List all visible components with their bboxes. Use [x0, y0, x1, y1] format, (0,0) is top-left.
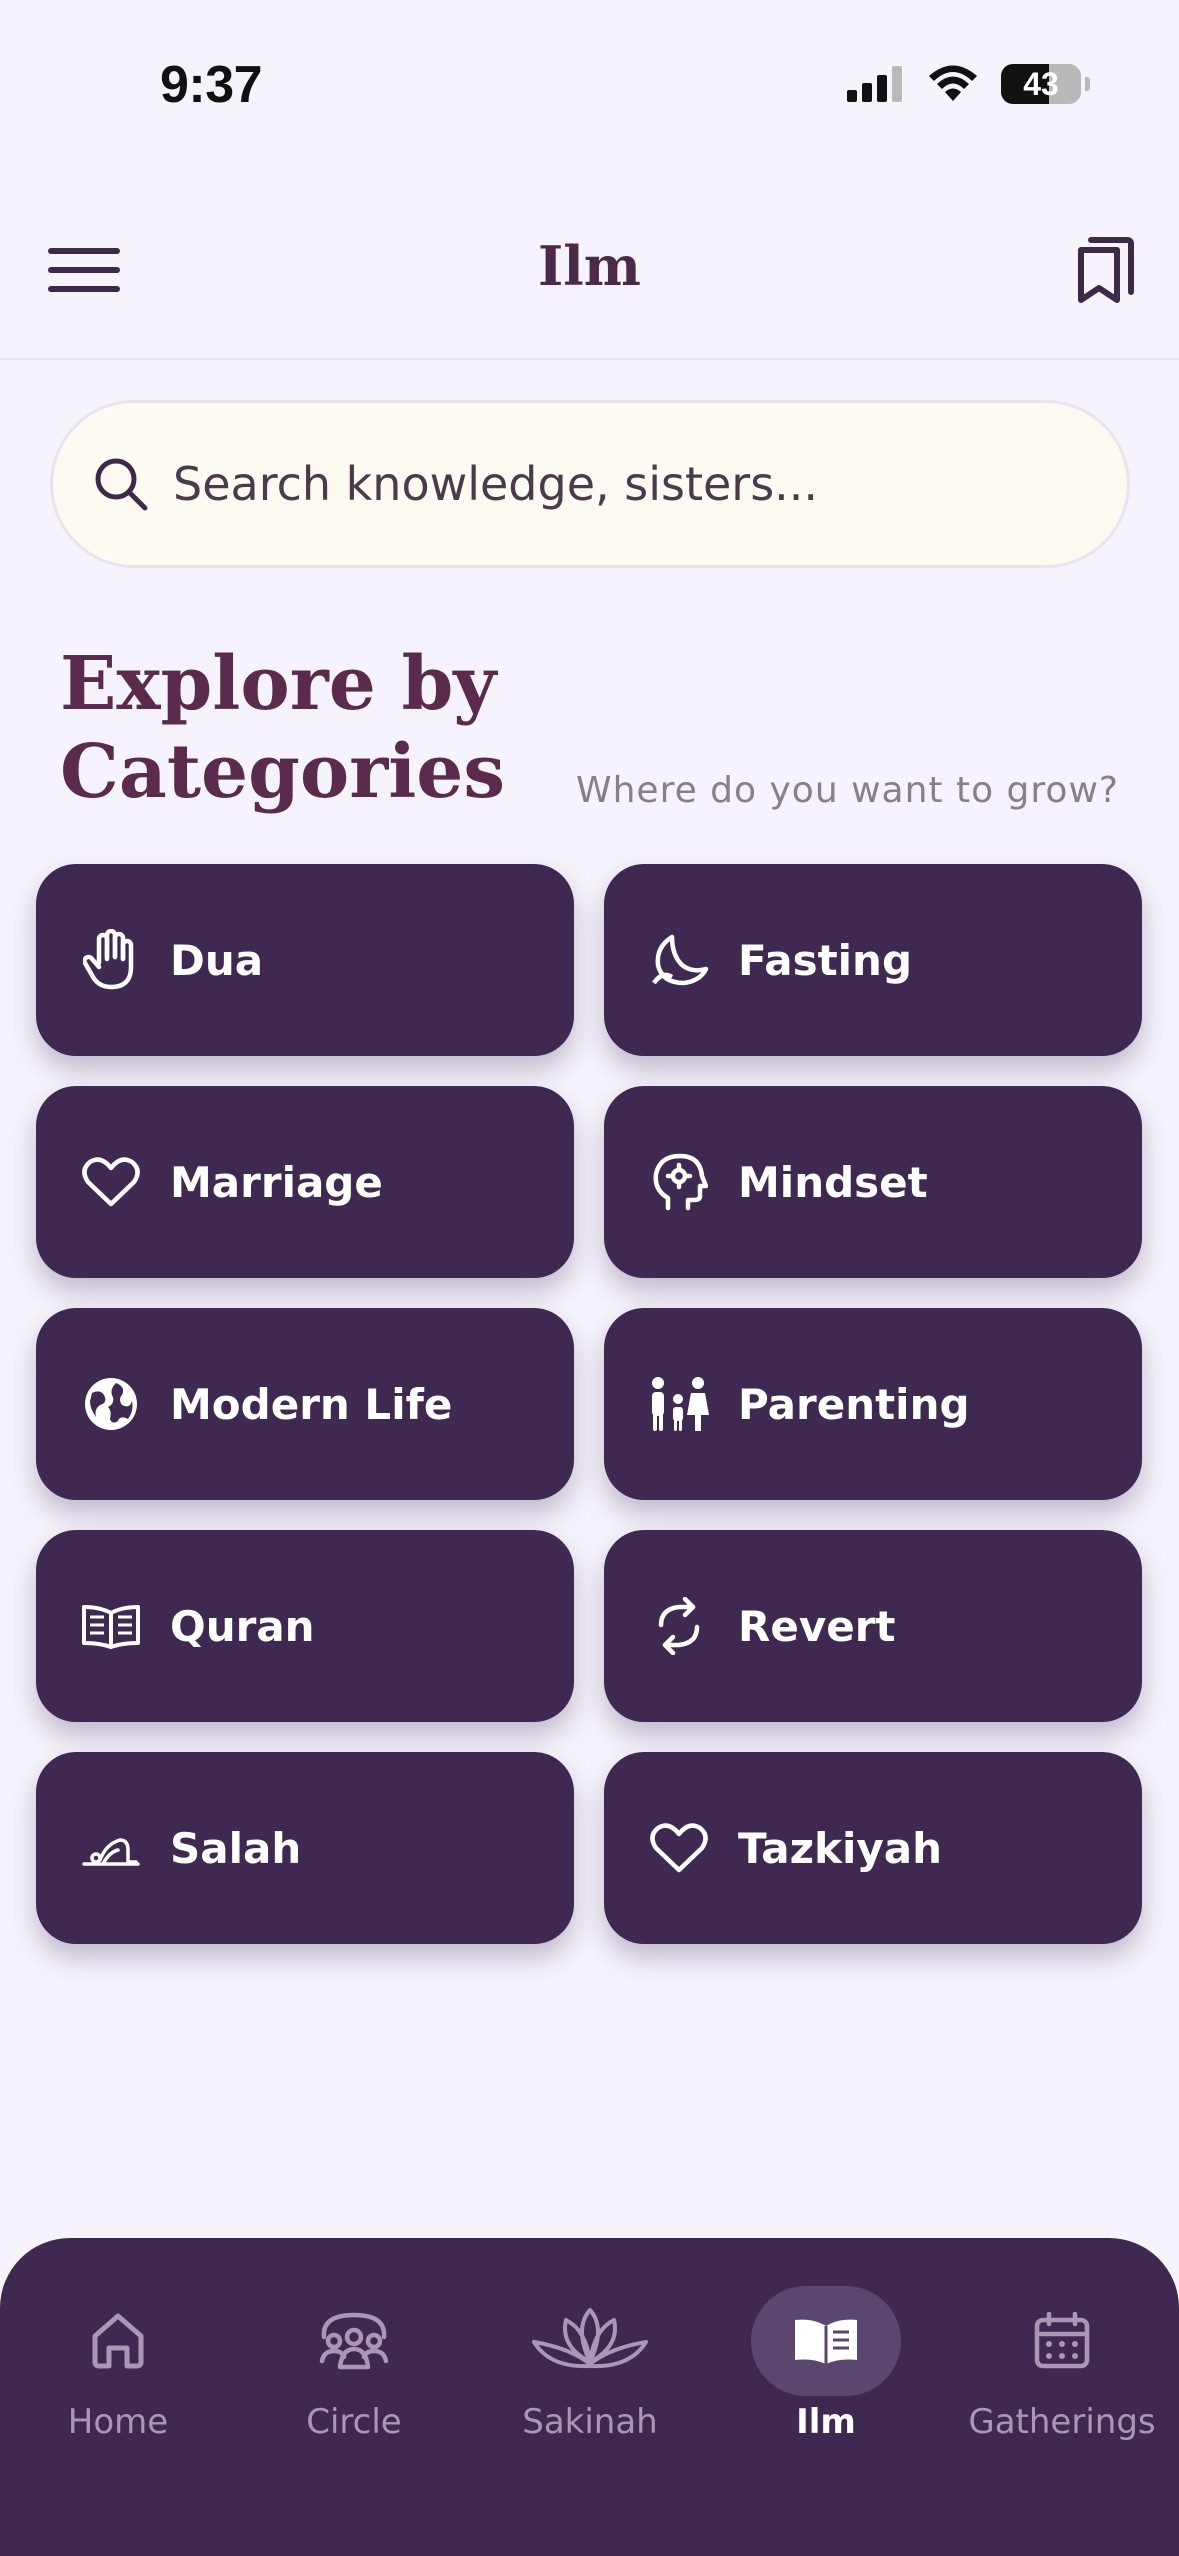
section-title: Explore by Categories: [60, 641, 506, 815]
nav-label: Ilm: [796, 2402, 856, 2442]
open-book-icon: [80, 1595, 142, 1657]
category-label: Marriage: [170, 1157, 383, 1207]
category-mindset[interactable]: Mindset: [604, 1086, 1142, 1278]
nav-label: Circle: [306, 2402, 402, 2442]
status-time: 9:37: [160, 56, 263, 114]
category-parenting[interactable]: Parenting: [604, 1308, 1142, 1500]
category-label: Parenting: [738, 1379, 970, 1429]
nav-gatherings[interactable]: Gatherings: [944, 2238, 1179, 2478]
category-label: Dua: [170, 935, 264, 985]
category-marriage[interactable]: Marriage: [36, 1086, 574, 1278]
heart-icon: [80, 1151, 142, 1213]
nav-label: Home: [67, 2402, 169, 2442]
search-input[interactable]: [173, 457, 1073, 511]
search-bar[interactable]: [50, 400, 1130, 568]
category-tazkiyah[interactable]: Tazkiyah: [604, 1752, 1142, 1944]
category-fasting[interactable]: Fasting: [604, 864, 1142, 1056]
wifi-icon: [929, 65, 977, 101]
battery-level: 43: [1023, 65, 1059, 102]
category-label: Quran: [170, 1601, 315, 1651]
category-modern-life[interactable]: Modern Life: [36, 1308, 574, 1500]
signal-icon: [847, 66, 902, 102]
head-gear-icon: [648, 1151, 710, 1213]
lotus-icon: [515, 2286, 665, 2396]
users-icon: [279, 2286, 429, 2396]
category-label: Salah: [170, 1823, 302, 1873]
category-revert[interactable]: Revert: [604, 1530, 1142, 1722]
category-label: Revert: [738, 1601, 896, 1651]
prostration-icon: [80, 1817, 142, 1879]
nav-ilm[interactable]: Ilm: [708, 2238, 944, 2478]
heart-icon: [648, 1817, 710, 1879]
home-icon: [43, 2286, 193, 2396]
status-bar: 9:37 43: [0, 0, 1179, 150]
category-label: Fasting: [738, 935, 913, 985]
nav-label: Sakinah: [522, 2402, 658, 2442]
app-header: Ilm: [0, 180, 1179, 360]
refresh-icon: [648, 1595, 710, 1657]
nav-home[interactable]: Home: [0, 2238, 236, 2478]
search-icon: [95, 458, 148, 511]
page-title: Ilm: [538, 234, 641, 298]
category-dua[interactable]: Dua: [36, 864, 574, 1056]
raised-hand-icon: [80, 929, 142, 991]
section-subtitle: Where do you want to grow?: [576, 770, 1119, 811]
globe-icon: [80, 1373, 142, 1435]
nav-circle[interactable]: Circle: [236, 2238, 472, 2478]
category-quran[interactable]: Quran: [36, 1530, 574, 1722]
nav-label: Gatherings: [968, 2402, 1156, 2442]
category-salah[interactable]: Salah: [36, 1752, 574, 1944]
family-icon: [648, 1373, 710, 1435]
book-icon: [751, 2286, 901, 2396]
category-label: Modern Life: [170, 1379, 453, 1429]
bottom-nav: Home Circle Sakinah Ilm Gatherings: [0, 2238, 1179, 2556]
status-icons: 43: [847, 64, 1090, 104]
calendar-icon: [987, 2286, 1137, 2396]
crescent-moon-icon: [648, 929, 710, 991]
nav-sakinah[interactable]: Sakinah: [472, 2238, 708, 2478]
category-label: Mindset: [738, 1157, 928, 1207]
bookmarks-icon: [1078, 237, 1134, 303]
bookmarks-button[interactable]: [1075, 236, 1135, 304]
category-label: Tazkiyah: [738, 1823, 942, 1873]
battery-icon: 43: [1001, 64, 1090, 104]
